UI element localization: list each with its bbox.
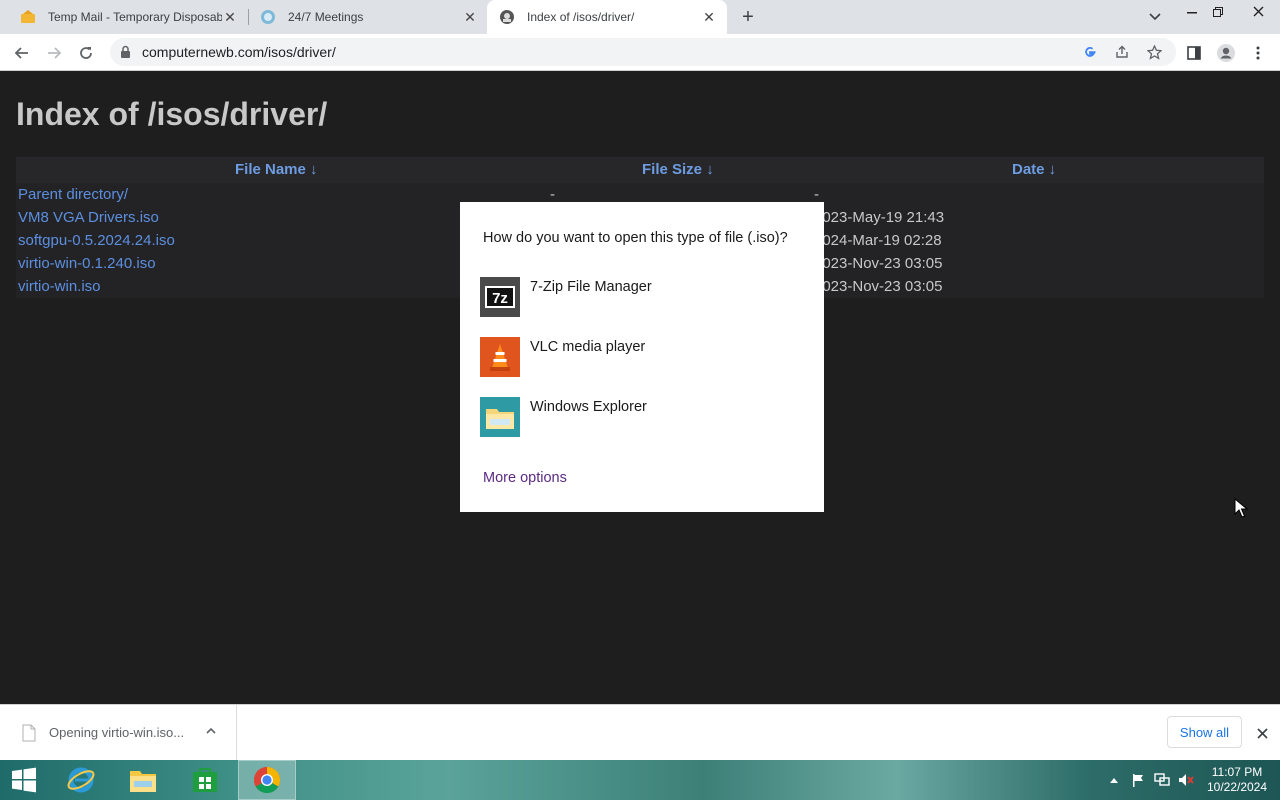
- forward-arrow-icon: [48, 47, 62, 59]
- download-item[interactable]: Opening virtio-win.iso...: [0, 705, 237, 761]
- tab-title: Temp Mail - Temporary Disposable: [48, 10, 222, 24]
- close-tab-icon[interactable]: ✕: [462, 9, 478, 25]
- kebab-menu-icon: [1256, 46, 1260, 60]
- more-options-link[interactable]: More options: [483, 470, 567, 486]
- dialog-question: How do you want to open this type of fil…: [483, 230, 788, 246]
- bookmark-star-icon[interactable]: [1144, 42, 1164, 62]
- internet-explorer-icon: [67, 767, 95, 793]
- share-icon[interactable]: [1112, 42, 1132, 62]
- google-icon[interactable]: [1080, 42, 1100, 62]
- download-item-label: Opening virtio-win.iso...: [49, 725, 185, 740]
- store-icon: [193, 768, 217, 792]
- file-link[interactable]: softgpu-0.5.2024.24.iso: [18, 232, 175, 249]
- file-date: -: [814, 186, 819, 203]
- site-favicon: [499, 9, 515, 25]
- open-with-dialog: How do you want to open this type of fil…: [460, 202, 824, 512]
- restore-button[interactable]: [1202, 0, 1234, 24]
- taskbar-chrome[interactable]: [238, 760, 296, 800]
- action-center-flag-icon[interactable]: [1130, 772, 1146, 788]
- back-button[interactable]: [8, 39, 36, 67]
- file-link[interactable]: Parent directory/: [18, 186, 128, 203]
- menu-button[interactable]: [1244, 39, 1272, 67]
- column-header-file-name[interactable]: File Name ↓: [235, 161, 318, 178]
- start-button[interactable]: [4, 760, 44, 800]
- volume-muted-icon[interactable]: [1178, 772, 1194, 788]
- tab-index-isos-driver[interactable]: Index of /isos/driver/ ✕: [487, 0, 727, 34]
- reload-icon: [80, 47, 92, 59]
- taskbar-store[interactable]: [184, 760, 226, 800]
- show-hidden-icons-icon[interactable]: [1106, 772, 1122, 788]
- file-explorer-icon: [130, 771, 156, 792]
- app-option-label: VLC media player: [530, 339, 646, 355]
- svg-text:7z: 7z: [492, 290, 508, 307]
- file-date: 2023-Nov-23 03:05: [814, 278, 943, 295]
- profile-button[interactable]: [1212, 39, 1240, 67]
- vlc-icon: [480, 337, 520, 377]
- tab-strip: Temp Mail - Temporary Disposable ✕ 24/7 …: [0, 0, 1280, 34]
- file-icon: [22, 724, 36, 747]
- file-size: -: [550, 186, 555, 203]
- meetings-favicon: [260, 9, 276, 25]
- tab-temp-mail[interactable]: Temp Mail - Temporary Disposable ✕: [8, 0, 248, 34]
- profile-avatar-icon: [1217, 44, 1235, 62]
- url-text: computernewb.com/isos/driver/: [142, 44, 336, 60]
- 7zip-icon: 7z: [480, 277, 520, 317]
- file-link[interactable]: virtio-win-0.1.240.iso: [18, 255, 156, 272]
- file-date: 2023-May-19 21:43: [814, 209, 945, 226]
- tab-meetings[interactable]: 24/7 Meetings ✕: [248, 0, 488, 34]
- system-clock[interactable]: 11:07 PM 10/22/2024: [1200, 765, 1274, 795]
- table-header: File Name ↓ File Size ↓ Date ↓: [16, 157, 1264, 183]
- forward-button[interactable]: [40, 39, 68, 67]
- close-window-button[interactable]: [1236, 0, 1280, 22]
- taskbar-file-explorer[interactable]: [122, 760, 164, 800]
- app-option-label: 7-Zip File Manager: [530, 279, 652, 295]
- app-option-windows-explorer[interactable]: Windows Explorer: [480, 397, 810, 439]
- lock-icon: [120, 45, 131, 64]
- app-option-label: Windows Explorer: [530, 399, 647, 415]
- file-date: 2024-Mar-19 02:28: [814, 232, 942, 249]
- clock-date: 10/22/2024: [1206, 780, 1268, 794]
- close-shelf-icon[interactable]: [1252, 723, 1272, 743]
- network-icon[interactable]: [1154, 772, 1170, 788]
- reload-button[interactable]: [72, 39, 100, 67]
- file-link[interactable]: VM8 VGA Drivers.iso: [18, 209, 159, 226]
- show-all-button[interactable]: Show all: [1167, 716, 1242, 748]
- new-tab-button[interactable]: +: [736, 5, 760, 29]
- column-header-file-size[interactable]: File Size ↓: [642, 161, 714, 178]
- clock-time: 11:07 PM: [1211, 765, 1263, 779]
- browser-toolbar: computernewb.com/isos/driver/: [0, 34, 1280, 71]
- windows-taskbar: 11:07 PM 10/22/2024: [0, 760, 1280, 800]
- page-title: Index of /isos/driver/: [16, 96, 328, 132]
- app-option-7zip[interactable]: 7z 7-Zip File Manager: [480, 277, 810, 319]
- temp-mail-favicon: [20, 9, 36, 25]
- chevron-up-icon[interactable]: [205, 724, 217, 742]
- windows-logo-icon: [12, 767, 36, 793]
- chrome-icon: [253, 766, 281, 794]
- file-date: 2023-Nov-23 03:05: [814, 255, 943, 272]
- app-option-vlc[interactable]: VLC media player: [480, 337, 810, 379]
- close-tab-icon[interactable]: ✕: [222, 9, 238, 25]
- address-bar[interactable]: computernewb.com/isos/driver/: [110, 38, 1176, 66]
- taskbar-internet-explorer[interactable]: [60, 760, 102, 800]
- download-shelf: Opening virtio-win.iso... Show all: [0, 704, 1280, 761]
- column-header-date[interactable]: Date ↓: [1012, 161, 1056, 178]
- side-panel-button[interactable]: [1180, 39, 1208, 67]
- tab-title: Index of /isos/driver/: [527, 10, 635, 24]
- mouse-cursor-icon: [1234, 497, 1249, 523]
- close-tab-icon[interactable]: ✕: [701, 9, 717, 25]
- back-arrow-icon: [14, 47, 28, 59]
- tab-search-chevron-icon[interactable]: [1144, 6, 1166, 28]
- folder-icon: [480, 397, 520, 437]
- file-link[interactable]: virtio-win.iso: [18, 278, 101, 295]
- side-panel-icon: [1187, 46, 1201, 60]
- tab-title: 24/7 Meetings: [288, 10, 364, 24]
